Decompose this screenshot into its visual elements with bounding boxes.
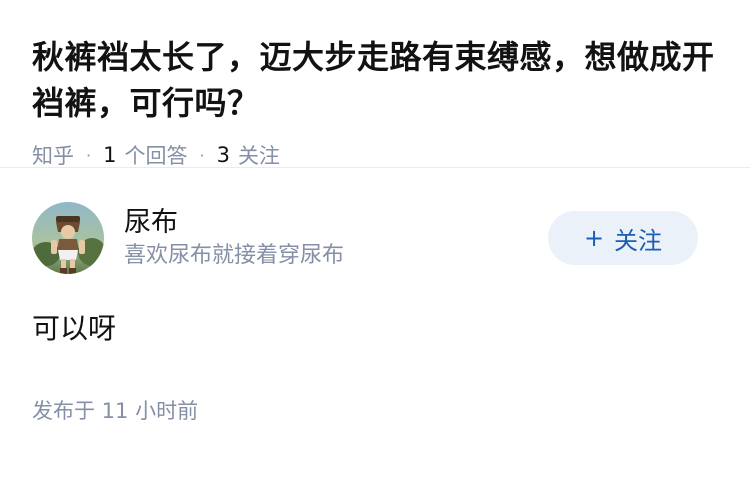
answer-content: 可以呀 (32, 312, 117, 345)
question-meta: 知乎 · 1 个回答 · 3 关注 (32, 140, 718, 170)
answer-card: 尿布 喜欢尿布就接着穿尿布 + 关注 可以呀 发布于 11 小时前 (0, 201, 750, 425)
meta-separator: · (86, 145, 92, 165)
question-header: 秋裤裆太长了，迈大步走路有束缚感，想做成开裆裤，可行吗？ 知乎 · 1 个回答 … (0, 0, 750, 170)
follower-count: 3 (216, 143, 230, 167)
author-name[interactable]: 尿布 (124, 205, 548, 241)
answer-count-label: 个回答 (124, 144, 188, 168)
source-label: 知乎 (32, 144, 74, 168)
plus-icon: + (583, 224, 605, 252)
follow-button[interactable]: + 关注 (548, 211, 698, 265)
avatar-image (32, 202, 104, 274)
follow-button-label: 关注 (614, 226, 663, 255)
question-title[interactable]: 秋裤裆太长了，迈大步走路有束缚感，想做成开裆裤，可行吗？ (32, 34, 718, 126)
author-row: 尿布 喜欢尿布就接着穿尿布 + 关注 (32, 201, 718, 275)
follower-count-label: 关注 (237, 144, 280, 168)
answer-count: 1 (103, 143, 117, 167)
avatar[interactable] (32, 202, 104, 274)
author-bio: 喜欢尿布就接着穿尿布 (124, 243, 345, 268)
publish-time: 发布于 11 小时前 (32, 399, 199, 423)
author-info: 尿布 喜欢尿布就接着穿尿布 (124, 205, 548, 271)
meta-separator: · (199, 145, 205, 165)
section-divider (0, 167, 750, 201)
